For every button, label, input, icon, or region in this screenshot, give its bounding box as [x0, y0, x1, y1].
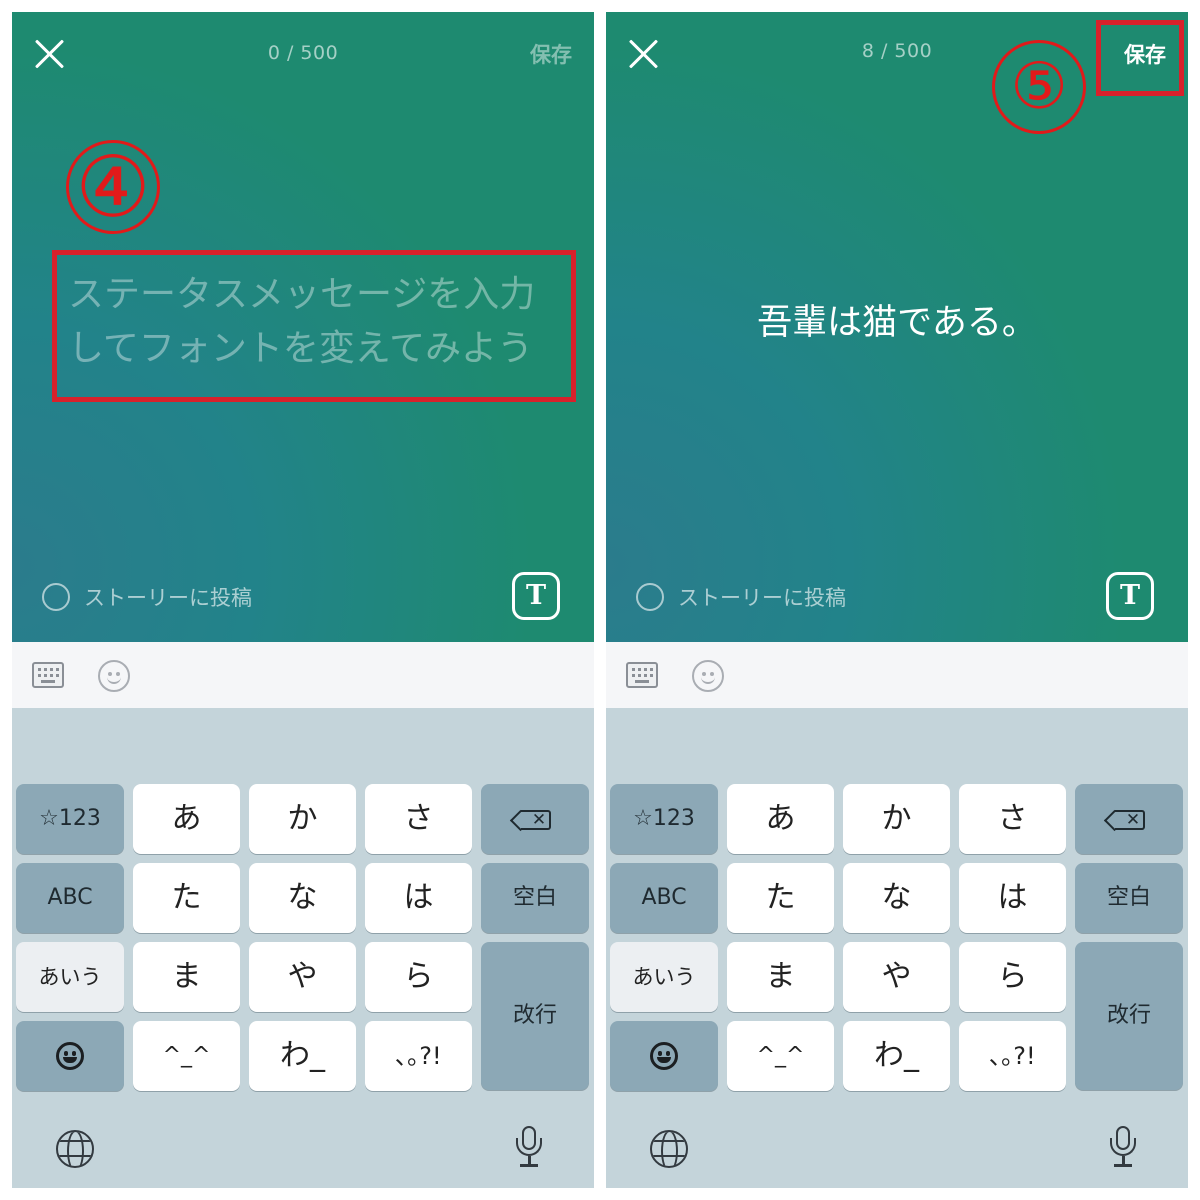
- status-message-input[interactable]: ステータスメッセージを入力してフォントを変えてみよう: [68, 268, 568, 376]
- story-label: ストーリーに投稿: [84, 586, 252, 610]
- abc-key[interactable]: ABC: [16, 863, 124, 933]
- key-ma[interactable]: ま: [727, 942, 834, 1012]
- key-punctuation[interactable]: ､｡?!: [959, 1021, 1066, 1091]
- key-na[interactable]: な: [843, 863, 950, 933]
- space-key[interactable]: 空白: [481, 863, 589, 933]
- screen-right: 8 / 500 保存 ⑤ 吾輩は猫である。 ストーリーに投稿 T ☆123 あ …: [606, 12, 1188, 1188]
- emoji-key[interactable]: [610, 1021, 718, 1091]
- emoji-icon[interactable]: [692, 660, 724, 692]
- key-kaomoji[interactable]: ^_^: [727, 1021, 834, 1091]
- input-toolbar: [606, 642, 1188, 708]
- key-ta[interactable]: た: [133, 863, 240, 933]
- step-number-badge: ⑤: [992, 40, 1086, 134]
- post-to-story-option[interactable]: ストーリーに投稿: [636, 582, 846, 612]
- numbers-key[interactable]: ☆123: [610, 784, 718, 854]
- key-ya[interactable]: や: [249, 942, 356, 1012]
- emoji-key[interactable]: [16, 1021, 124, 1091]
- key-ha[interactable]: は: [959, 863, 1066, 933]
- text-font-icon[interactable]: T: [1106, 572, 1154, 620]
- status-editor: 8 / 500 保存 ⑤ 吾輩は猫である。 ストーリーに投稿 T: [606, 12, 1188, 642]
- backspace-key[interactable]: ✕: [1075, 784, 1183, 854]
- save-button[interactable]: 保存: [530, 39, 572, 69]
- key-ta[interactable]: た: [727, 863, 834, 933]
- abc-key[interactable]: ABC: [610, 863, 718, 933]
- input-toolbar: [12, 642, 594, 708]
- kana-key[interactable]: あいう: [610, 942, 718, 1012]
- globe-icon[interactable]: [650, 1130, 688, 1168]
- emoji-icon[interactable]: [98, 660, 130, 692]
- enter-key[interactable]: 改行: [1075, 942, 1183, 1090]
- keyboard-icon[interactable]: [626, 662, 658, 688]
- character-counter: 0 / 500: [267, 42, 339, 64]
- flick-keyboard: ☆123 あ か さ ✕ ABC た な は 空白 あいう ま や ら 改行 ^…: [606, 708, 1188, 1188]
- key-ha[interactable]: は: [365, 863, 472, 933]
- keyboard-icon[interactable]: [32, 662, 64, 688]
- key-ma[interactable]: ま: [133, 942, 240, 1012]
- key-wa[interactable]: わ_: [249, 1021, 356, 1091]
- key-ya[interactable]: や: [843, 942, 950, 1012]
- globe-icon[interactable]: [56, 1130, 94, 1168]
- key-sa[interactable]: さ: [365, 784, 472, 854]
- key-ka[interactable]: か: [843, 784, 950, 854]
- status-editor: 0 / 500 保存 ④ ステータスメッセージを入力してフォントを変えてみよう …: [12, 12, 594, 642]
- emoji-face-icon: [650, 1042, 678, 1070]
- key-ka[interactable]: か: [249, 784, 356, 854]
- microphone-icon[interactable]: [512, 1126, 548, 1170]
- key-sa[interactable]: さ: [959, 784, 1066, 854]
- status-message-input[interactable]: 吾輩は猫である。: [606, 294, 1188, 345]
- key-ra[interactable]: ら: [959, 942, 1066, 1012]
- kana-key[interactable]: あいう: [16, 942, 124, 1012]
- highlight-box: [1096, 20, 1184, 96]
- post-to-story-option[interactable]: ストーリーに投稿: [42, 582, 252, 612]
- backspace-key[interactable]: ✕: [481, 784, 589, 854]
- numbers-key[interactable]: ☆123: [16, 784, 124, 854]
- key-wa[interactable]: わ_: [843, 1021, 950, 1091]
- flick-keyboard: ☆123 あ か さ ✕ ABC た な は 空白 あいう ま や ら 改行 ^…: [12, 708, 594, 1188]
- space-key[interactable]: 空白: [1075, 863, 1183, 933]
- key-ra[interactable]: ら: [365, 942, 472, 1012]
- screen-left: 0 / 500 保存 ④ ステータスメッセージを入力してフォントを変えてみよう …: [12, 12, 594, 1188]
- microphone-icon[interactable]: [1106, 1126, 1142, 1170]
- key-a[interactable]: あ: [727, 784, 834, 854]
- key-na[interactable]: な: [249, 863, 356, 933]
- enter-key[interactable]: 改行: [481, 942, 589, 1090]
- key-punctuation[interactable]: ､｡?!: [365, 1021, 472, 1091]
- key-kaomoji[interactable]: ^_^: [133, 1021, 240, 1091]
- story-radio[interactable]: [42, 583, 70, 611]
- story-radio[interactable]: [636, 583, 664, 611]
- story-label: ストーリーに投稿: [678, 586, 846, 610]
- step-number-badge: ④: [66, 140, 160, 234]
- text-font-icon[interactable]: T: [512, 572, 560, 620]
- key-a[interactable]: あ: [133, 784, 240, 854]
- emoji-face-icon: [56, 1042, 84, 1070]
